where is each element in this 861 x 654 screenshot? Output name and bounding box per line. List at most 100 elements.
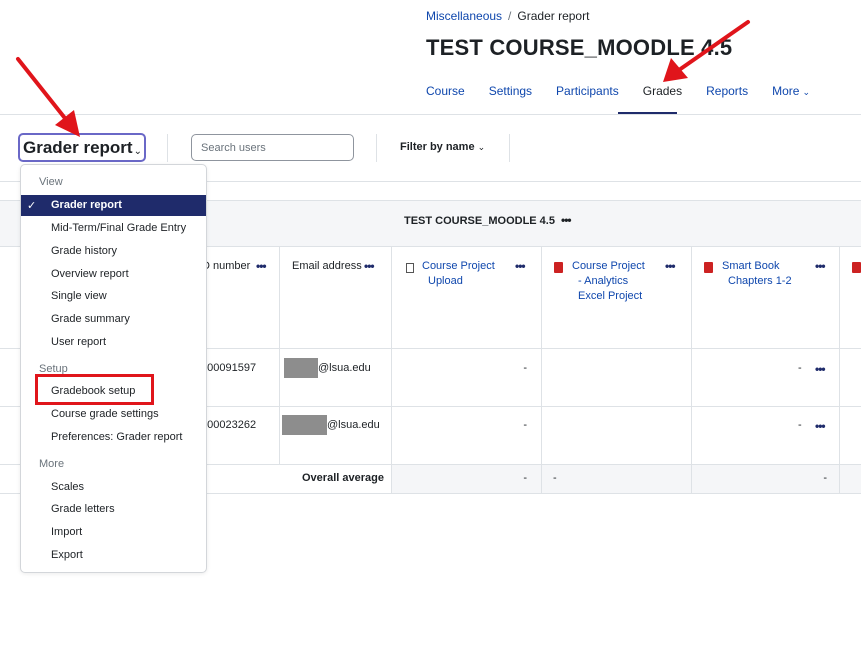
annotation-highlight-box — [35, 374, 154, 405]
filter-by-name-button[interactable]: Filter by name ⌄ — [400, 141, 485, 153]
menu-item-midterm-final[interactable]: Mid-Term/Final Grade Entry — [51, 222, 186, 234]
menu-item-grade-history[interactable]: Grade history — [51, 245, 117, 257]
menu-item-course-grade-settings[interactable]: Course grade settings — [51, 408, 159, 420]
assignment-icon — [406, 263, 414, 273]
page-title: TEST COURSE_MOODLE 4.5 — [426, 35, 733, 60]
grade-value: - — [523, 362, 527, 374]
chevron-down-icon: ⌄ — [802, 87, 811, 97]
redacted-block — [282, 415, 327, 435]
chevron-down-icon: ⌄ — [133, 146, 142, 157]
grade-item-header: Course Project - Analytics Excel Project •… — [542, 247, 692, 349]
menu-item-preferences-grader-report[interactable]: Preferences: Grader report — [51, 431, 182, 443]
grade-item-actions-icon[interactable]: ••• — [515, 259, 526, 273]
average-value: - — [553, 472, 557, 484]
email-actions-icon[interactable]: ••• — [364, 259, 375, 273]
external-tool-icon — [704, 262, 713, 273]
category-actions-icon[interactable]: ••• — [561, 213, 572, 227]
tab-grades[interactable]: Grades — [643, 84, 682, 98]
menu-item-grade-summary[interactable]: Grade summary — [51, 313, 130, 325]
grade-item-header-clipped — [840, 247, 861, 349]
check-icon: ✓ — [27, 200, 37, 212]
grade-cell[interactable] — [542, 407, 692, 465]
grade-value: - — [523, 419, 527, 431]
email-header: Email address ••• — [280, 247, 392, 349]
arrow-icon — [16, 57, 80, 137]
grade-item-link[interactable]: Course Project Upload — [422, 259, 495, 289]
divider — [0, 114, 861, 115]
grade-item-line: Course Project — [572, 260, 645, 272]
tab-reports[interactable]: Reports — [706, 84, 748, 98]
external-tool-icon — [852, 262, 861, 273]
course-nav: Course Settings Participants Grades Repo… — [426, 84, 834, 98]
average-cell: - — [542, 465, 692, 494]
menu-item-label: Grader report — [51, 199, 122, 211]
category-header: TEST COURSE_MOODLE 4.5 ••• — [391, 201, 861, 247]
report-select-label: Grader report — [23, 138, 133, 157]
breadcrumb-current: Grader report — [517, 9, 590, 23]
average-value: - — [523, 472, 527, 484]
menu-item-grade-letters[interactable]: Grade letters — [51, 503, 115, 515]
grade-item-line: Smart Book — [722, 260, 780, 272]
grade-cell[interactable] — [542, 349, 692, 407]
grade-cell[interactable]: - ••• — [692, 407, 840, 465]
average-value: - — [823, 472, 827, 484]
email-cell: @lsua.edu — [280, 349, 392, 407]
tab-settings[interactable]: Settings — [489, 84, 532, 98]
grade-cell[interactable] — [840, 407, 861, 465]
email-value: @lsua.edu — [318, 362, 371, 374]
menu-item-scales[interactable]: Scales — [51, 481, 84, 493]
menu-item-user-report[interactable]: User report — [51, 336, 106, 348]
divider — [167, 134, 168, 162]
grade-cell[interactable]: - — [392, 407, 542, 465]
menu-item-grader-report[interactable]: ✓ Grader report — [21, 195, 206, 216]
search-users-input[interactable]: Search users — [191, 134, 354, 161]
category-title: TEST COURSE_MOODLE 4.5 — [404, 215, 555, 227]
tab-participants[interactable]: Participants — [556, 84, 619, 98]
breadcrumb-miscellaneous[interactable]: Miscellaneous — [426, 9, 502, 23]
grade-cell[interactable]: - ••• — [692, 349, 840, 407]
grade-cell[interactable]: - — [392, 349, 542, 407]
grade-item-line: Upload — [428, 275, 463, 287]
menu-item-overview-report[interactable]: Overview report — [51, 268, 129, 280]
id-number-header-label: D number — [202, 260, 251, 272]
grade-actions-icon[interactable]: ••• — [815, 419, 826, 433]
id-number-value: 000023262 — [201, 419, 257, 431]
menu-item-import[interactable]: Import — [51, 526, 82, 538]
filter-label: Filter by name — [400, 141, 475, 153]
report-dropdown-menu: View ✓ Grader report Mid-Term/Final Grad… — [20, 164, 207, 573]
menu-section-header: More — [39, 458, 65, 470]
tab-course[interactable]: Course — [426, 84, 465, 98]
tab-more[interactable]: More ⌄ — [772, 84, 810, 98]
grade-item-link[interactable]: Smart Book Chapters 1-2 — [722, 259, 792, 289]
grade-actions-icon[interactable]: ••• — [815, 362, 826, 376]
grade-item-header: Course Project Upload ••• — [392, 247, 542, 349]
menu-item-export[interactable]: Export — [51, 549, 83, 561]
id-number-actions-icon[interactable]: ••• — [256, 259, 267, 273]
redacted-block — [284, 358, 318, 378]
tab-more-label: More — [772, 84, 800, 98]
grade-item-header: Smart Book Chapters 1-2 ••• — [692, 247, 840, 349]
menu-item-single-view[interactable]: Single view — [51, 290, 107, 302]
external-tool-icon — [554, 262, 563, 273]
grade-item-line: - Analytics — [578, 275, 629, 287]
grade-value: - — [798, 419, 802, 431]
grade-item-actions-icon[interactable]: ••• — [815, 259, 826, 273]
average-cell: - — [692, 465, 840, 494]
grade-item-link[interactable]: Course Project - Analytics Excel Project — [572, 259, 645, 304]
grade-item-line: Excel Project — [578, 290, 643, 302]
divider — [509, 134, 510, 162]
email-cell: @lsua.edu — [280, 407, 392, 465]
grade-item-actions-icon[interactable]: ••• — [665, 259, 676, 273]
average-cell: - — [392, 465, 542, 494]
grade-cell[interactable] — [840, 349, 861, 407]
overall-average-label: Overall average — [302, 472, 384, 484]
breadcrumb: Miscellaneous / Grader report — [426, 9, 589, 23]
menu-section-header: View — [39, 176, 63, 188]
breadcrumb-separator: / — [508, 9, 512, 23]
report-select-button[interactable]: Grader report ⌄ — [18, 133, 146, 162]
average-cell — [840, 465, 861, 494]
email-value: @lsua.edu — [327, 419, 380, 431]
divider — [376, 134, 377, 162]
chevron-down-icon: ⌄ — [477, 142, 486, 152]
grade-item-line: Course Project — [422, 260, 495, 272]
